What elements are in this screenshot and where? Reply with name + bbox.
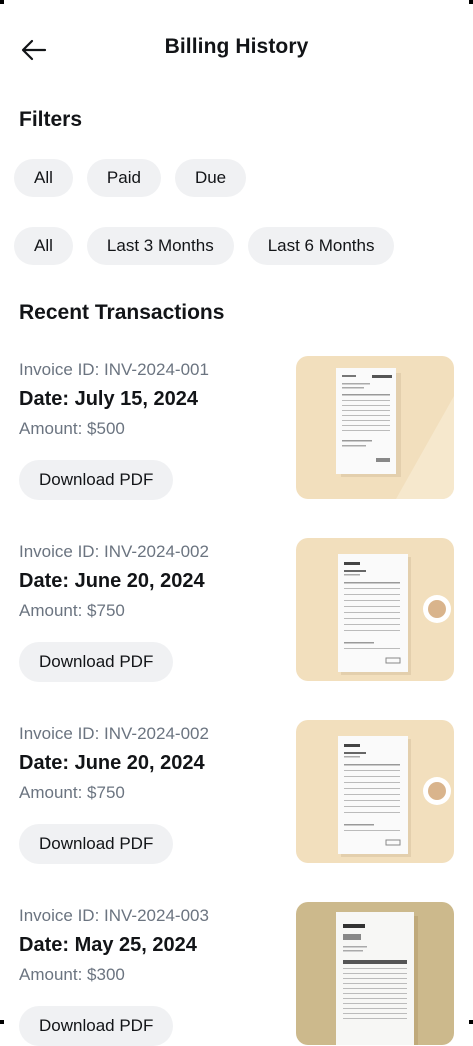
transaction-date: Date: July 15, 2024	[19, 388, 198, 410]
transaction-date: Date: June 20, 2024	[19, 752, 205, 774]
invoice-id: Invoice ID: INV-2024-003	[19, 906, 209, 925]
download-pdf-button[interactable]: Download PDF	[19, 460, 174, 500]
transaction-amount: Amount: $750	[19, 783, 125, 802]
download-pdf-button[interactable]: Download PDF	[19, 642, 174, 682]
invoice-document-icon	[296, 720, 454, 863]
invoice-id: Invoice ID: INV-2024-001	[19, 360, 209, 379]
filter-chip-last-6-months[interactable]: Last 6 Months	[247, 227, 395, 265]
filter-chip-paid[interactable]: Paid	[86, 159, 161, 197]
period-filter-group: All Last 3 Months Last 6 Months	[14, 227, 395, 265]
page-title: Billing History	[164, 35, 309, 58]
recent-transactions-heading: Recent Transactions	[19, 301, 225, 324]
invoice-thumbnail[interactable]	[296, 720, 454, 863]
download-pdf-button[interactable]: Download PDF	[19, 824, 174, 864]
invoice-document-icon	[296, 538, 454, 681]
transaction-amount: Amount: $300	[19, 965, 125, 984]
invoice-thumbnail[interactable]	[296, 356, 454, 499]
filter-chip-all-periods[interactable]: All	[14, 227, 73, 265]
invoice-id: Invoice ID: INV-2024-002	[19, 542, 209, 561]
transaction-amount: Amount: $500	[19, 419, 125, 438]
invoice-thumbnail[interactable]	[296, 538, 454, 681]
transaction-item: Invoice ID: INV-2024-003 Date: May 25, 2…	[0, 902, 473, 1046]
transaction-date: Date: June 20, 2024	[19, 570, 205, 592]
invoice-id: Invoice ID: INV-2024-002	[19, 724, 209, 743]
transaction-item: Invoice ID: INV-2024-002 Date: June 20, …	[0, 538, 473, 682]
filter-chip-due[interactable]: Due	[174, 159, 247, 197]
invoice-document-icon	[296, 356, 454, 499]
download-pdf-button[interactable]: Download PDF	[19, 1006, 174, 1046]
filter-chip-last-3-months[interactable]: Last 3 Months	[86, 227, 234, 265]
filter-chip-all-status[interactable]: All	[14, 159, 73, 197]
transaction-item: Invoice ID: INV-2024-002 Date: June 20, …	[0, 720, 473, 864]
top-app-bar: Billing History	[0, 0, 473, 96]
transaction-date: Date: May 25, 2024	[19, 934, 197, 956]
transaction-item: Invoice ID: INV-2024-001 Date: July 15, …	[0, 356, 473, 500]
transaction-amount: Amount: $750	[19, 601, 125, 620]
filters-heading: Filters	[19, 108, 83, 131]
status-filter-group: All Paid Due	[14, 159, 247, 197]
